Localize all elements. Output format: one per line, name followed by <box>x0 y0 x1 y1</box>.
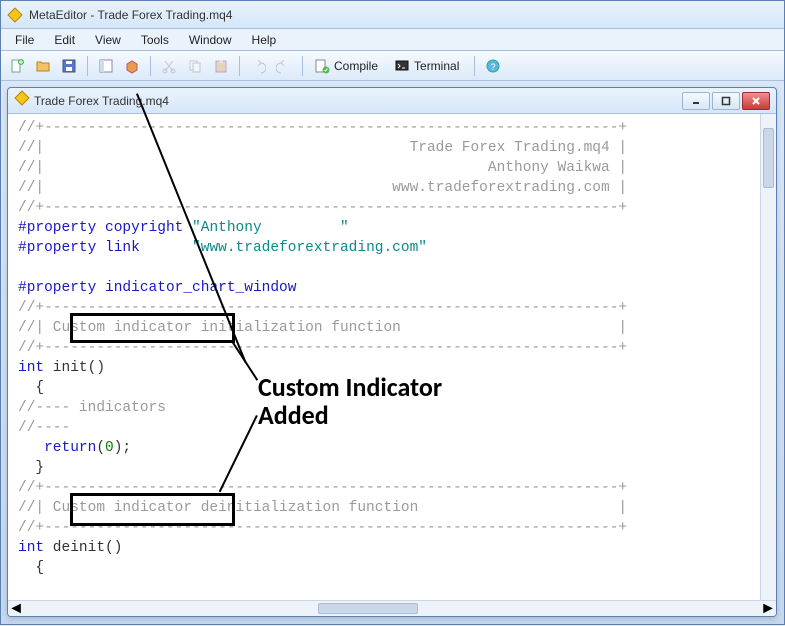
toolbar-separator <box>150 56 151 76</box>
navigator-button[interactable] <box>94 54 118 78</box>
redo-button[interactable] <box>272 54 296 78</box>
code-line: { <box>18 380 44 396</box>
toolbar-separator <box>239 56 240 76</box>
copy-button[interactable] <box>183 54 207 78</box>
code-line: //---- indicators <box>18 400 166 416</box>
minimize-button[interactable] <box>682 92 710 110</box>
toolbar-separator <box>87 56 88 76</box>
toolbox-button[interactable] <box>120 54 144 78</box>
open-button[interactable] <box>31 54 55 78</box>
scroll-left-icon[interactable]: ◄ <box>8 601 24 616</box>
horizontal-scrollbar[interactable]: ◄ ► <box>8 600 776 616</box>
annotation-label: Custom Indicator Added <box>258 373 442 429</box>
vertical-scrollbar[interactable] <box>760 114 776 600</box>
scrollbar-thumb[interactable] <box>318 603 418 614</box>
code-line: //| www.tradeforextrading.com | <box>18 180 627 196</box>
new-file-button[interactable] <box>5 54 29 78</box>
app-title: MetaEditor - Trade Forex Trading.mq4 <box>29 8 232 22</box>
code-line: { <box>18 560 44 576</box>
code-line: return(0); <box>18 440 131 456</box>
toolbar: Compile Terminal ? <box>1 51 784 81</box>
annotation-box <box>70 493 235 526</box>
menu-help[interactable]: Help <box>242 31 287 49</box>
document-window: Trade Forex Trading.mq4 //+-------------… <box>7 87 777 617</box>
close-button[interactable] <box>742 92 770 110</box>
annotation-box <box>70 313 235 343</box>
compile-button[interactable]: Compile <box>309 54 387 78</box>
menu-file[interactable]: File <box>5 31 44 49</box>
code-line: #property link "www.tradeforextrading.co… <box>18 240 427 256</box>
compile-label: Compile <box>334 59 378 73</box>
code-line: } <box>18 460 44 476</box>
document-title: Trade Forex Trading.mq4 <box>34 94 169 108</box>
terminal-label: Terminal <box>414 59 459 73</box>
scroll-right-icon[interactable]: ► <box>760 601 776 616</box>
undo-button[interactable] <box>246 54 270 78</box>
menu-window[interactable]: Window <box>179 31 242 49</box>
toolbar-separator <box>474 56 475 76</box>
code-line: //---- <box>18 420 70 436</box>
maximize-button[interactable] <box>712 92 740 110</box>
document-icon <box>14 90 30 111</box>
scrollbar-thumb[interactable] <box>763 128 774 188</box>
main-titlebar: MetaEditor - Trade Forex Trading.mq4 <box>1 1 784 29</box>
menubar: File Edit View Tools Window Help <box>1 29 784 51</box>
code-line: //+-------------------------------------… <box>18 120 627 136</box>
save-button[interactable] <box>57 54 81 78</box>
code-line: #property indicator_chart_window <box>18 280 296 296</box>
document-titlebar[interactable]: Trade Forex Trading.mq4 <box>8 88 776 114</box>
code-line: //| Trade Forex Trading.mq4 | <box>18 140 627 156</box>
toolbar-separator <box>302 56 303 76</box>
svg-text:?: ? <box>491 62 496 72</box>
app-icon <box>7 7 23 23</box>
terminal-button[interactable]: Terminal <box>389 54 468 78</box>
code-line: #property copyright "Anthony " <box>18 220 349 236</box>
menu-edit[interactable]: Edit <box>44 31 85 49</box>
code-line: int init() <box>18 360 105 376</box>
code-editor[interactable]: //+-------------------------------------… <box>8 114 760 600</box>
paste-button[interactable] <box>209 54 233 78</box>
workspace: Trade Forex Trading.mq4 //+-------------… <box>1 81 784 626</box>
code-line: int deinit() <box>18 540 122 556</box>
menu-view[interactable]: View <box>85 31 131 49</box>
cut-button[interactable] <box>157 54 181 78</box>
code-line: //| Anthony Waikwa | <box>18 160 627 176</box>
menu-tools[interactable]: Tools <box>131 31 179 49</box>
help-button[interactable]: ? <box>481 54 505 78</box>
code-line: //+-------------------------------------… <box>18 200 627 216</box>
